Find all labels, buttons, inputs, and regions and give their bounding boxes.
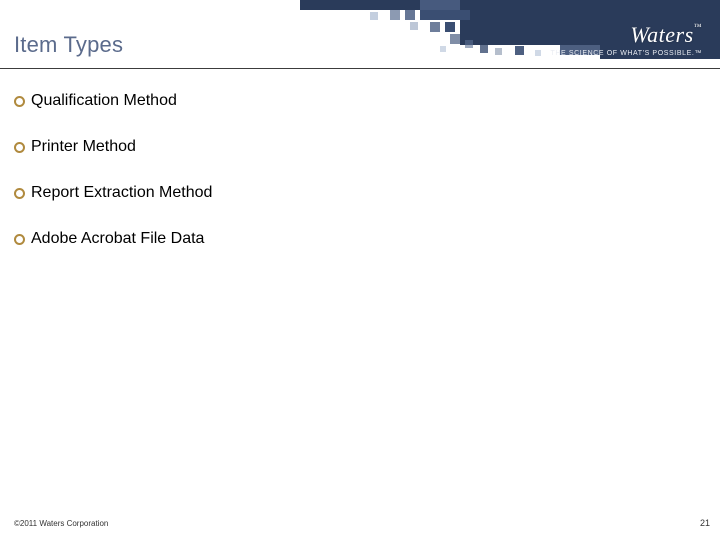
header-underline: [0, 68, 720, 69]
item-label: Qualification Method: [31, 92, 177, 110]
item-label: Report Extraction Method: [31, 184, 212, 202]
item-label: Printer Method: [31, 138, 136, 156]
copyright: ©2011 Waters Corporation: [14, 519, 108, 528]
brand-logo: Waters™ THE SCIENCE OF WHAT'S POSSIBLE.™: [551, 22, 702, 57]
header-band: Item Types Waters™ THE SCIENCE OF WHAT'S…: [0, 0, 720, 72]
logo-text: Waters™: [551, 22, 702, 48]
bullet-icon: [14, 188, 25, 199]
content-list: Qualification Method Printer Method Repo…: [14, 92, 212, 276]
bullet-icon: [14, 96, 25, 107]
page-number: 21: [700, 518, 710, 528]
page-title: Item Types: [14, 32, 123, 58]
bullet-icon: [14, 234, 25, 245]
slide: Item Types Waters™ THE SCIENCE OF WHAT'S…: [0, 0, 720, 540]
list-item: Qualification Method: [14, 92, 212, 110]
item-label: Adobe Acrobat File Data: [31, 230, 204, 248]
logo-name: Waters: [630, 22, 693, 47]
bullet-icon: [14, 142, 25, 153]
logo-tagline: THE SCIENCE OF WHAT'S POSSIBLE.™: [551, 50, 702, 57]
list-item: Printer Method: [14, 138, 212, 156]
list-item: Adobe Acrobat File Data: [14, 230, 212, 248]
list-item: Report Extraction Method: [14, 184, 212, 202]
logo-tm: ™: [694, 22, 702, 31]
